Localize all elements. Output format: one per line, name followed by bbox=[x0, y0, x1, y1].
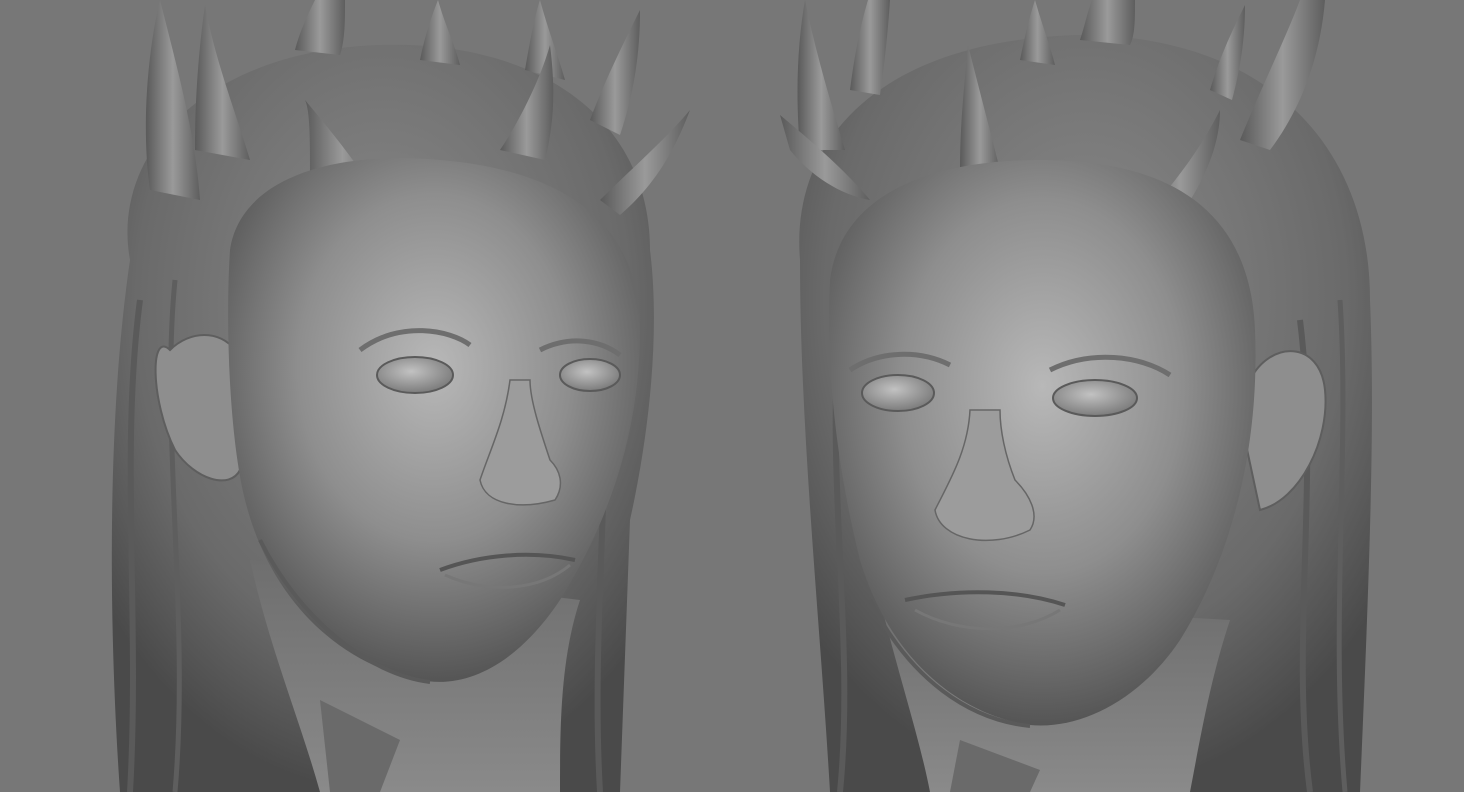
sculpt-canvas[interactable] bbox=[0, 0, 1464, 792]
head-sculpt-right-view bbox=[780, 0, 1372, 792]
eye-right bbox=[1052, 379, 1138, 417]
sculpt-viewport[interactable] bbox=[0, 0, 1464, 792]
eye-left bbox=[559, 358, 621, 392]
eye-left bbox=[376, 356, 454, 394]
eye-right bbox=[861, 374, 935, 412]
head-sculpt-left-view bbox=[111, 0, 690, 792]
